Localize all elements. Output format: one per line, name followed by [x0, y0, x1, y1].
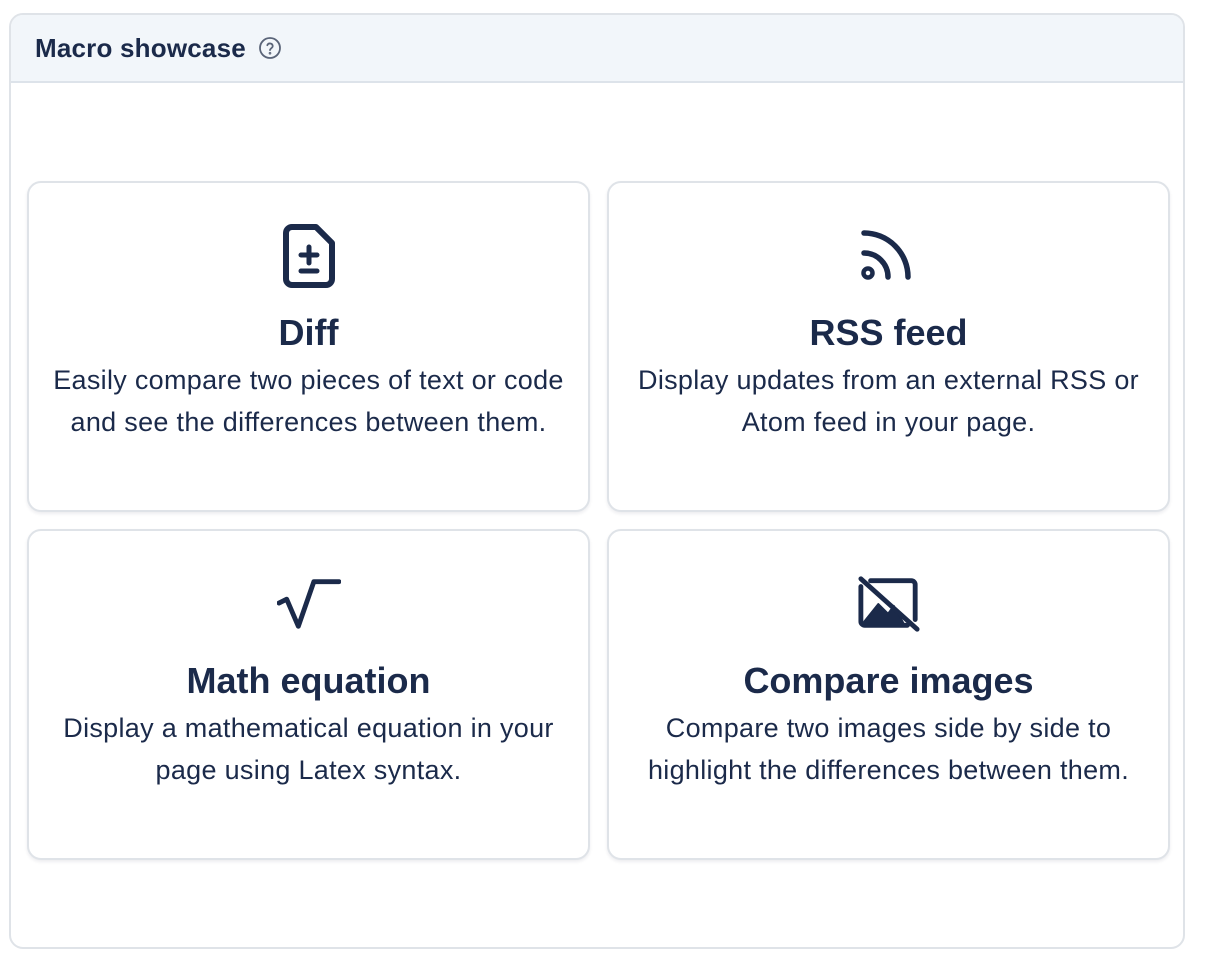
question-circle-icon[interactable]: [258, 36, 282, 60]
file-diff-icon: [277, 221, 341, 291]
macro-card-rss-feed[interactable]: RSS feed Display updates from an externa…: [607, 181, 1170, 512]
panel-title: Macro showcase: [35, 32, 246, 63]
macro-showcase-panel: Macro showcase Diff Easily compare two p…: [9, 13, 1185, 949]
macro-card-diff[interactable]: Diff Easily compare two pieces of text o…: [27, 181, 590, 512]
card-description: Display updates from an external RSS or …: [638, 365, 1139, 437]
card-title: Diff: [278, 312, 339, 353]
panel-header: Macro showcase: [11, 15, 1183, 83]
square-root-icon: [276, 569, 341, 639]
card-title: Compare images: [743, 660, 1034, 701]
card-description: Easily compare two pieces of text or cod…: [53, 365, 564, 437]
card-title: RSS feed: [809, 312, 968, 353]
card-description: Display a mathematical equation in your …: [63, 713, 554, 785]
macro-card-compare-images[interactable]: Compare images Compare two images side b…: [607, 529, 1170, 860]
macro-card-grid: Diff Easily compare two pieces of text o…: [27, 181, 1171, 860]
image-off-icon: [857, 569, 921, 639]
card-title: Math equation: [186, 660, 431, 701]
card-description: Compare two images side by side to highl…: [647, 713, 1129, 785]
macro-card-math-equation[interactable]: Math equation Display a mathematical equ…: [27, 529, 590, 860]
rss-icon: [857, 221, 921, 291]
